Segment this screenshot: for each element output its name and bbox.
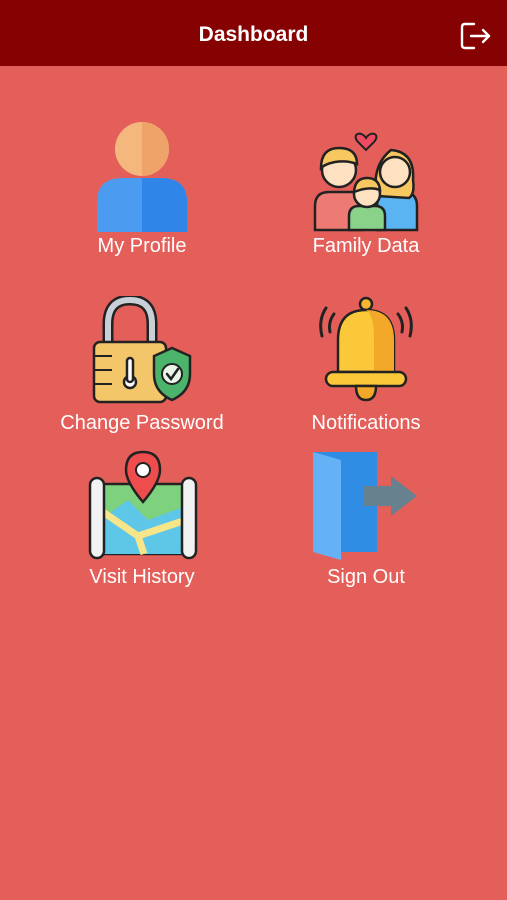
- notifications-tile[interactable]: Notifications: [256, 296, 476, 446]
- visit-history-label: Visit History: [89, 566, 195, 588]
- visit-history-tile[interactable]: Visit History: [32, 450, 252, 600]
- family-data-tile[interactable]: Family Data: [256, 120, 476, 270]
- my-profile-tile[interactable]: My Profile: [32, 120, 252, 270]
- map-pin-icon: [88, 450, 198, 560]
- user-profile-icon: [97, 122, 187, 232]
- family-data-label: Family Data: [312, 235, 420, 257]
- notifications-label: Notifications: [311, 412, 421, 434]
- my-profile-label: My Profile: [97, 235, 187, 257]
- padlock-shield-icon: [92, 296, 192, 404]
- door-exit-icon: [313, 452, 417, 560]
- change-password-label: Change Password: [60, 412, 224, 434]
- logout-icon[interactable]: [459, 20, 493, 52]
- bell-icon: [319, 296, 413, 402]
- family-icon: [313, 132, 419, 232]
- dashboard-grid: My Profile Family Data Change Password N…: [0, 66, 507, 900]
- page-title: Dashboard: [198, 23, 309, 46]
- sign-out-tile[interactable]: Sign Out: [256, 450, 476, 600]
- sign-out-label: Sign Out: [327, 566, 405, 588]
- change-password-tile[interactable]: Change Password: [32, 296, 252, 446]
- app-header: Dashboard: [0, 0, 507, 66]
